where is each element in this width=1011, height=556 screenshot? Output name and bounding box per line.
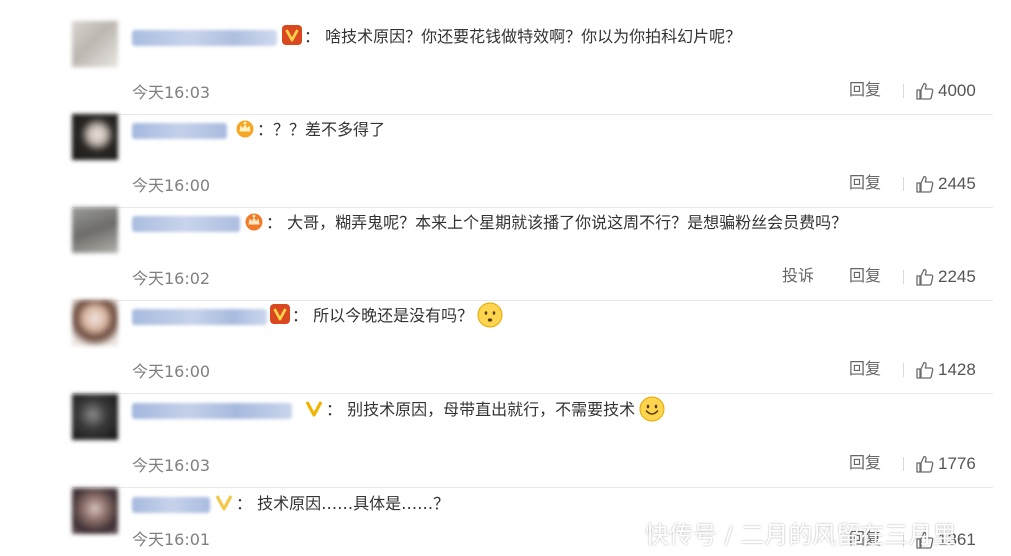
like-button[interactable]: 1428 (915, 358, 976, 382)
action-divider (903, 363, 904, 377)
comment-item: ： 大哥，糊弄鬼呢？本来上个星期就该播了你说这周不行？是想骗粉丝会员费吗？ 今天… (72, 207, 993, 301)
like-count: 2445 (938, 174, 976, 193)
comment-text: ： 啥技术原因？你还要花钱做特效啊？你以为你拍科幻片呢？ (304, 27, 742, 46)
vip-v-icon (270, 304, 290, 324)
reply-button[interactable]: 回复 (849, 172, 881, 194)
comment-text: ： 大哥，糊弄鬼呢？本来上个星期就该播了你说这周不行？是想骗粉丝会员费吗？ (266, 213, 848, 232)
comment-item: ： 啥技术原因？你还要花钱做特效啊？你以为你拍科幻片呢？ 今天16:03 回复 … (72, 21, 993, 115)
comment-text: ： 别技术原因，母带直出就行，不需要技术 (326, 396, 665, 422)
gold-v-icon (304, 398, 324, 418)
comment-text: ：？？差不多得了 (257, 120, 386, 139)
comment-text-content: ： 所以今晚还是没有吗？ (292, 306, 474, 325)
action-divider (903, 270, 904, 284)
action-divider (903, 457, 904, 471)
avatar[interactable] (72, 394, 118, 440)
like-count: 1428 (938, 360, 976, 379)
action-divider (903, 177, 904, 191)
report-button[interactable]: 投诉 (782, 265, 814, 287)
timestamp: 今天16:01 (132, 530, 211, 549)
gold-v-icon (214, 492, 234, 512)
reply-button[interactable]: 回复 (849, 452, 881, 474)
timestamp: 今天16:00 (132, 362, 211, 381)
comment-list: ： 啥技术原因？你还要花钱做特效啊？你以为你拍科幻片呢？ 今天16:03 回复 … (0, 0, 1011, 556)
reply-button[interactable]: 回复 (849, 358, 881, 380)
sad-face-emoji (477, 302, 503, 327)
like-button[interactable]: 2245 (915, 265, 976, 289)
thumbs-up-icon (916, 455, 934, 473)
avatar[interactable] (72, 21, 118, 67)
comment-item: ： 别技术原因，母带直出就行，不需要技术 今天16:03 回复 1776 (72, 394, 993, 488)
thumbs-up-icon (916, 268, 934, 286)
username[interactable] (132, 403, 292, 419)
comment-text-content: ： 别技术原因，母带直出就行，不需要技术 (326, 400, 636, 419)
username[interactable] (132, 123, 227, 139)
like-button[interactable]: 1776 (915, 452, 976, 476)
comment-item: ：？？差不多得了 今天16:00 回复 2445 (72, 114, 993, 208)
timestamp: 今天16:02 (132, 269, 211, 288)
avatar[interactable] (72, 207, 118, 253)
username[interactable] (132, 30, 277, 46)
smile-face-emoji (639, 396, 665, 421)
like-button[interactable]: 4000 (915, 79, 976, 103)
avatar[interactable] (72, 114, 118, 160)
like-count: 2245 (938, 267, 976, 286)
thumbs-up-icon (916, 361, 934, 379)
like-button[interactable]: 2445 (915, 172, 976, 196)
watermark-text: 快传号 / 二月的风留在三月里 (645, 521, 957, 549)
crown-icon (244, 211, 264, 231)
username[interactable] (132, 309, 267, 325)
action-divider (903, 84, 904, 98)
username[interactable] (132, 216, 240, 232)
timestamp: 今天16:00 (132, 176, 211, 195)
comment-text: ： 所以今晚还是没有吗？ (292, 302, 503, 328)
username[interactable] (132, 497, 210, 513)
crown-icon (235, 118, 255, 138)
thumbs-up-icon (916, 175, 934, 193)
like-count: 4000 (938, 81, 976, 100)
timestamp: 今天16:03 (132, 456, 211, 475)
reply-button[interactable]: 回复 (849, 265, 881, 287)
thumbs-up-icon (916, 82, 934, 100)
comment-item: ： 所以今晚还是没有吗？ 今天16:00 回复 1428 (72, 300, 993, 394)
like-count: 1776 (938, 454, 976, 473)
timestamp: 今天16:03 (132, 83, 211, 102)
reply-button[interactable]: 回复 (849, 79, 881, 101)
comment-text: ： 技术原因……具体是……？ (236, 494, 450, 513)
avatar[interactable] (72, 300, 118, 346)
vip-v-icon (282, 25, 302, 45)
avatar[interactable] (72, 488, 118, 534)
